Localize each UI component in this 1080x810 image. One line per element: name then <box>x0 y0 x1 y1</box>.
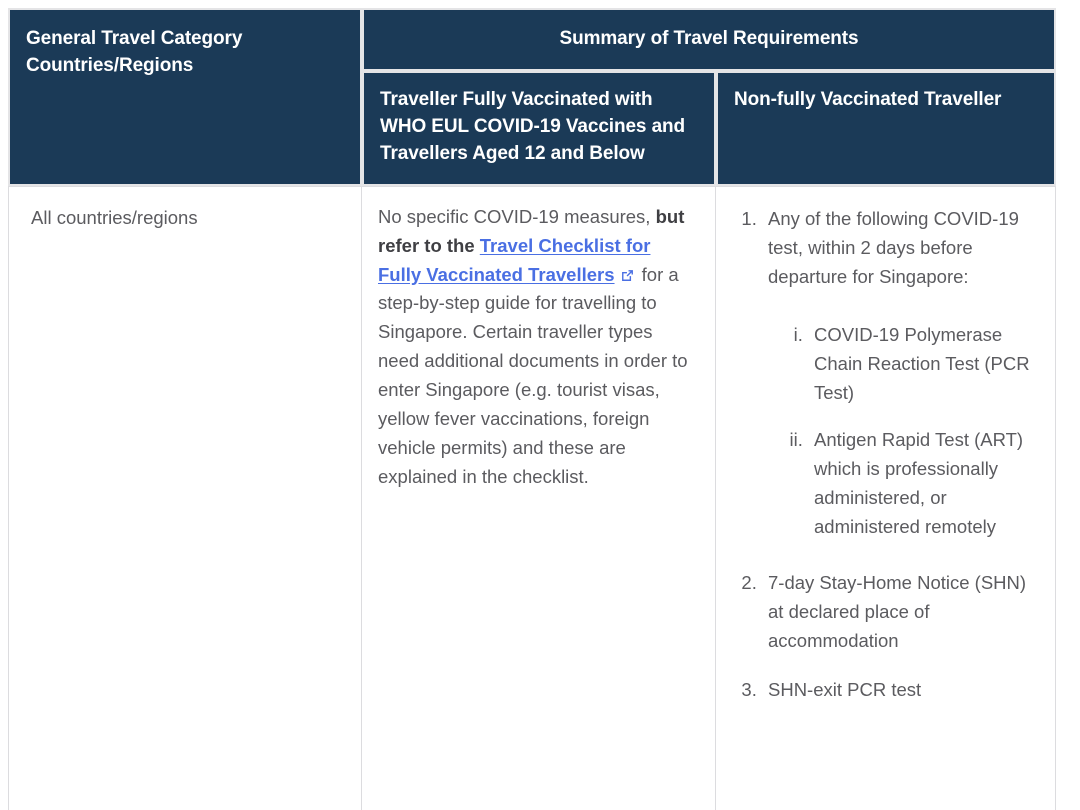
header-category-line1: General Travel Category <box>26 28 243 49</box>
list-item: COVID-19 Polymerase Chain Reaction Test … <box>808 321 1041 408</box>
header-row-top: General Travel Category Countries/Region… <box>8 8 1056 186</box>
list-item-text: Any of the following COVID-19 test, with… <box>768 207 1019 287</box>
header-fully-vaccinated-traveller: Traveller Fully Vaccinated with WHO EUL … <box>362 70 716 186</box>
list-item: Antigen Rapid Test (ART) which is profes… <box>808 426 1041 541</box>
cell-fully-vaccinated-requirements: No specific COVID-19 measures, but refer… <box>362 185 716 810</box>
vaccinated-text-outro: for a step-by-step guide for travelling … <box>378 263 688 487</box>
travel-requirements-page: General Travel Category Countries/Region… <box>0 0 1080 810</box>
cell-country-category: All countries/regions <box>8 185 362 810</box>
vaccinated-paragraph: No specific COVID-19 measures, but refer… <box>378 203 697 492</box>
table-row: All countries/regions No specific COVID-… <box>8 185 1056 810</box>
header-non-fully-vaccinated-traveller: Non-fully Vaccinated Traveller <box>716 70 1056 186</box>
header-general-travel-category: General Travel Category Countries/Region… <box>8 8 362 186</box>
travel-requirements-table: General Travel Category Countries/Region… <box>8 8 1056 810</box>
header-summary-of-travel-requirements: Summary of Travel Requirements <box>362 8 1056 71</box>
table-header: General Travel Category Countries/Region… <box>8 8 1056 186</box>
list-item: Any of the following COVID-19 test, with… <box>762 205 1041 542</box>
table-body: All countries/regions No specific COVID-… <box>8 185 1056 810</box>
external-link-icon[interactable] <box>620 268 635 283</box>
list-item: SHN-exit PCR test <box>762 676 1041 705</box>
non-vaccinated-requirements-list: Any of the following COVID-19 test, with… <box>732 205 1041 705</box>
covid-test-sublist: COVID-19 Polymerase Chain Reaction Test … <box>768 321 1041 541</box>
list-item: 7-day Stay-Home Notice (SHN) at declared… <box>762 569 1041 656</box>
vaccinated-text-intro: No specific COVID-19 measures, <box>378 205 656 227</box>
header-category-line2: Countries/Regions <box>26 54 194 76</box>
cell-non-vaccinated-requirements: Any of the following COVID-19 test, with… <box>716 185 1056 810</box>
